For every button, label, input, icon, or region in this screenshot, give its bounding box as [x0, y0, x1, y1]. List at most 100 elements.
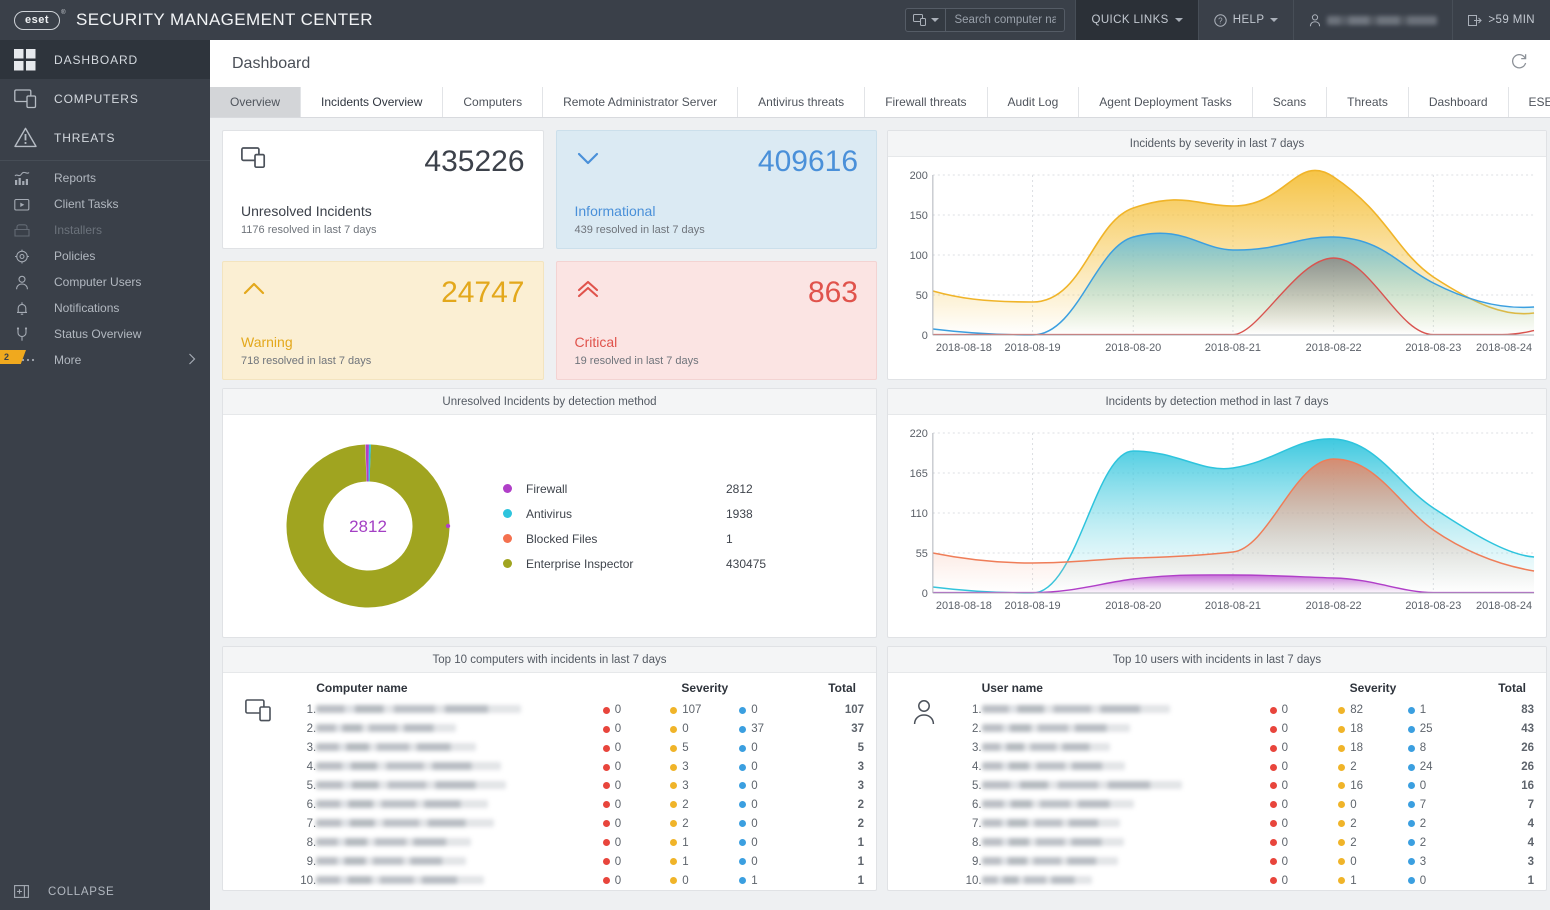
- warning-count: 2: [682, 798, 689, 811]
- sidebar-collapse-button[interactable]: COLLAPSE: [0, 885, 210, 898]
- warning-dot: [670, 858, 678, 866]
- user-account-menu[interactable]: [1293, 0, 1452, 40]
- row-index: 5.: [306, 780, 317, 792]
- legend-item-enterprise-inspector[interactable]: Enterprise Inspector 430475: [503, 551, 836, 576]
- informational-count: 25: [1419, 723, 1433, 736]
- kpi-warning[interactable]: 24747 Warning 718 resolved in last 7 day…: [222, 261, 544, 380]
- sidebar-item-notifications[interactable]: Notifications: [0, 295, 210, 321]
- informational-dot: [739, 801, 747, 809]
- top-users-panel: Top 10 users with incidents in last 7 da…: [887, 646, 1547, 891]
- x-tick: 2018-08-24: [1476, 342, 1532, 354]
- kpi-informational[interactable]: 409616 Informational 439 resolved in las…: [555, 130, 877, 249]
- tab-antivirus-threats[interactable]: Antivirus threats: [738, 87, 866, 117]
- severity-critical: 0: [1269, 814, 1339, 833]
- user-name: [981, 852, 1270, 871]
- legend-label: Blocked Files: [526, 531, 598, 546]
- severity-critical: 0: [602, 701, 671, 720]
- computer-icon[interactable]: [906, 9, 947, 31]
- chevron-down-icon[interactable]: [931, 18, 940, 22]
- sidebar-item-dashboard[interactable]: DASHBOARD: [0, 40, 210, 79]
- tab-label: ESET applications: [1528, 95, 1550, 109]
- tab-eset-applications[interactable]: ESET applications: [1509, 87, 1550, 117]
- sidebar-item-client-tasks[interactable]: Client Tasks: [0, 191, 210, 217]
- x-tick: 2018-08-21: [1205, 342, 1261, 354]
- incidents-by-severity-chart[interactable]: 200 150 100 50 0 2018-08-18 2018-08-19 2…: [888, 157, 1546, 379]
- legend-item-antivirus[interactable]: Antivirus 1938: [503, 501, 836, 526]
- sidebar-item-label: COMPUTERS: [54, 91, 139, 106]
- tab-firewall-threats[interactable]: Firewall threats: [865, 87, 988, 117]
- incidents-by-detection-method-chart[interactable]: 220 165 110 55 0 2018-08-18 2018-08-19 2…: [888, 415, 1546, 637]
- table-row: 8. 0 2 2 4: [948, 833, 1534, 852]
- sidebar-item-computer-users[interactable]: Computer Users: [0, 269, 210, 295]
- table-row: 10. 0 1 0 1: [948, 871, 1534, 890]
- user-name: [981, 758, 1270, 777]
- tab-dashboard[interactable]: Dashboard: [1409, 87, 1509, 117]
- legend-item-firewall[interactable]: Firewall 2812: [503, 476, 836, 501]
- severity-informational: 0: [739, 701, 807, 720]
- critical-dot: [602, 858, 610, 866]
- detection-method-donut-chart[interactable]: 2812: [273, 431, 463, 621]
- critical-count: 0: [1281, 742, 1288, 755]
- tab-incidents-overview[interactable]: Incidents Overview: [301, 87, 444, 117]
- tab-threats[interactable]: Threats: [1327, 87, 1409, 117]
- row-index: 4.: [306, 761, 317, 774]
- kpi-cards: 435226 Unresolved Incidents 1176 resolve…: [222, 130, 877, 380]
- donut-chart-container[interactable]: 2812: [233, 431, 503, 621]
- user-name: [981, 720, 1270, 739]
- session-timer-label: >59 MIN: [1488, 14, 1535, 26]
- severity-chart-body[interactable]: 200 150 100 50 0 2018-08-18 2018-08-19 2…: [888, 157, 1546, 379]
- help-menu[interactable]: ? HELP: [1197, 0, 1294, 40]
- total-count: 3: [857, 761, 864, 774]
- informational-dot: [1407, 839, 1415, 847]
- tab-overview[interactable]: Overview: [210, 87, 302, 117]
- total-count: 1: [857, 874, 864, 887]
- tab-remote-administrator-server[interactable]: Remote Administrator Server: [543, 87, 739, 117]
- critical-dot: [602, 782, 610, 790]
- table-row: 1. 0 82 1 83: [948, 701, 1534, 720]
- svg-text:?: ?: [1218, 16, 1223, 25]
- kpi-unresolved-incidents[interactable]: 435226 Unresolved Incidents 1176 resolve…: [222, 130, 544, 249]
- x-tick: 2018-08-20: [1105, 342, 1161, 354]
- panel-title: Unresolved Incidents by detection method: [223, 389, 876, 415]
- severity-critical: 0: [1269, 833, 1339, 852]
- sidebar-item-installers[interactable]: Installers: [0, 217, 210, 243]
- tab-agent-deployment-tasks[interactable]: Agent Deployment Tasks: [1079, 87, 1253, 117]
- warning-count: 2: [1350, 761, 1357, 774]
- sidebar-item-threats[interactable]: THREATS: [0, 118, 210, 157]
- informational-dot: [739, 876, 747, 884]
- x-tick: 2018-08-19: [1005, 600, 1061, 612]
- redacted-value: [981, 724, 1130, 733]
- sidebar-item-status-overview[interactable]: Status Overview: [0, 321, 210, 347]
- session-logout[interactable]: >59 MIN: [1452, 0, 1550, 40]
- sidebar-item-policies[interactable]: Policies: [0, 243, 210, 269]
- quick-links-menu[interactable]: QUICK LINKS: [1075, 0, 1198, 40]
- redacted-value: [981, 818, 1120, 827]
- y-tick: 150: [910, 210, 928, 222]
- total-count: 16: [1521, 780, 1534, 792]
- refresh-icon[interactable]: [1510, 52, 1528, 75]
- warning-dot: [1338, 801, 1346, 809]
- sidebar-item-computers[interactable]: COMPUTERS: [0, 79, 210, 118]
- kpi-value: 863: [807, 276, 858, 309]
- sidebar-item-reports[interactable]: Reports: [0, 165, 210, 191]
- computer-search[interactable]: [905, 8, 1066, 32]
- critical-dot: [602, 725, 610, 733]
- search-input[interactable]: [946, 14, 1065, 26]
- severity-warning: 107: [670, 701, 739, 720]
- chevron-right-icon[interactable]: [188, 353, 196, 368]
- tab-scans[interactable]: Scans: [1253, 87, 1328, 117]
- y-tick: 50: [916, 290, 928, 302]
- legend-color-dot: [503, 509, 512, 518]
- tab-computers[interactable]: Computers: [443, 87, 544, 117]
- legend-item-blocked-files[interactable]: Blocked Files 1: [503, 526, 836, 551]
- top-users-body: User name Severity Total 1. 0 82 1 83 2. 0 18 2…: [888, 673, 1546, 890]
- sidebar-item-more[interactable]: 2 More: [0, 347, 210, 373]
- informational-dot: [1407, 876, 1415, 884]
- critical-count: 0: [614, 761, 622, 774]
- severity-informational: 7: [1407, 795, 1477, 814]
- y-tick: 0: [922, 330, 928, 342]
- detection-chart-body[interactable]: 220 165 110 55 0 2018-08-18 2018-08-19 2…: [888, 415, 1546, 637]
- tab-audit-log[interactable]: Audit Log: [988, 87, 1080, 117]
- kpi-critical[interactable]: 863 Critical 19 resolved in last 7 days: [555, 261, 877, 380]
- severity-warning: 18: [1338, 720, 1407, 739]
